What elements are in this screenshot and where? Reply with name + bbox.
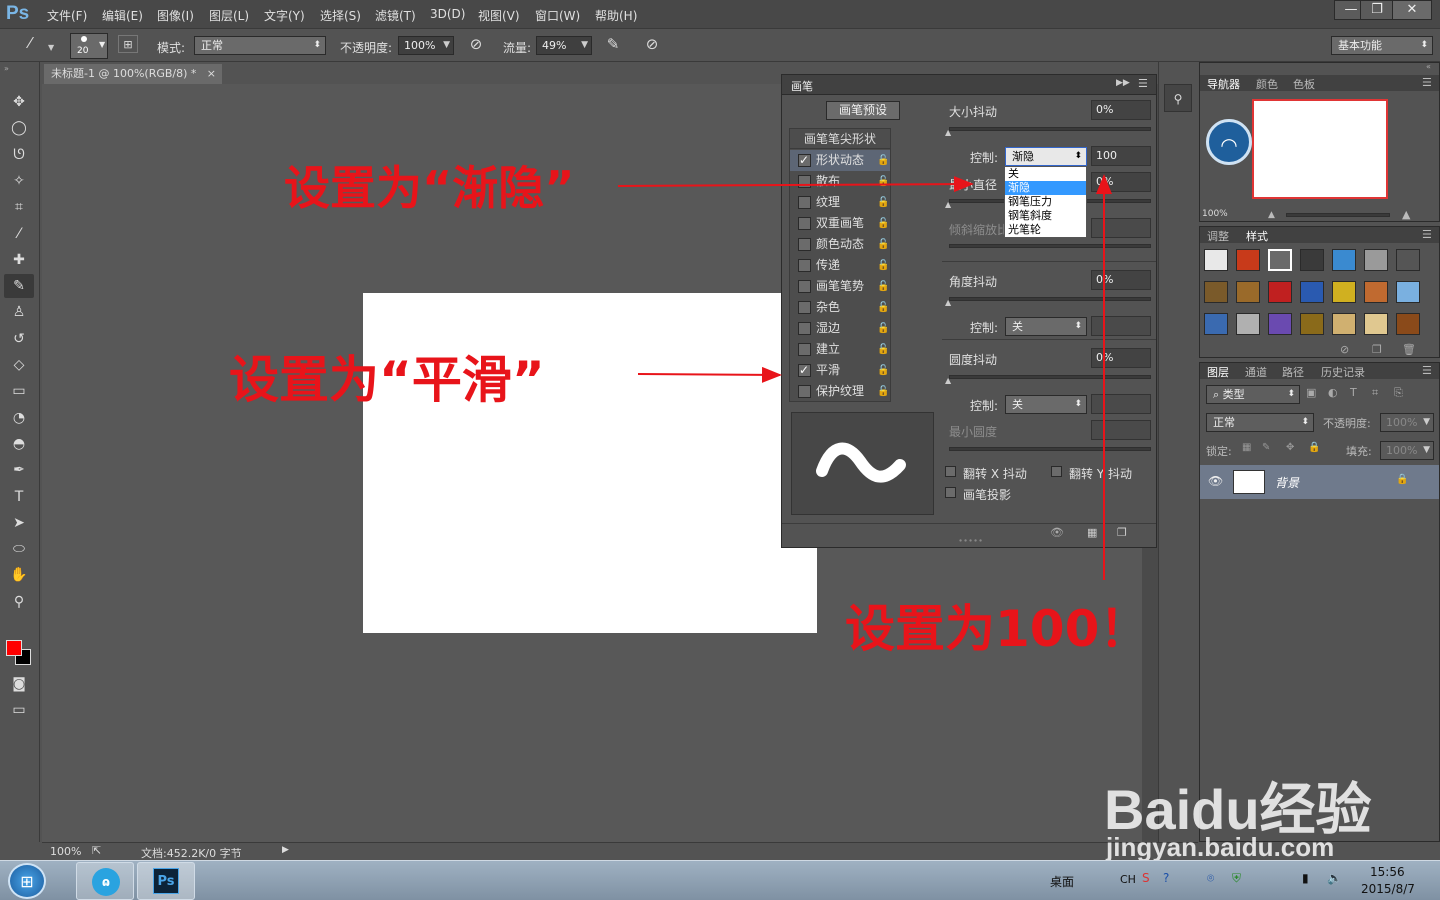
volume-icon[interactable]: 🔈	[1327, 871, 1342, 885]
taskbar: ⊞ ɷ Ps 桌面 CH S ? ⌾ ⛨ ▮ 🔈 15:56 2015/8/7	[0, 860, 1440, 900]
baidu-watermark-url: jingyan.baidu.com	[1106, 832, 1335, 862]
ime-indicator[interactable]: CH	[1120, 873, 1136, 886]
ime-s-icon[interactable]: S	[1142, 871, 1150, 885]
annotation-smooth: 设置为“平滑”	[229, 351, 545, 409]
annotation-fade: 设置为“渐隐”	[284, 161, 575, 215]
browser-icon: ɷ	[92, 868, 120, 896]
network-icon[interactable]: ⌾	[1207, 871, 1214, 886]
signal-icon[interactable]: ▮	[1302, 871, 1309, 885]
start-button-windows-icon[interactable]: ⊞	[8, 863, 46, 899]
security-shield-icon[interactable]: ⛨	[1232, 871, 1241, 886]
clock-date[interactable]: 2015/8/7	[1361, 882, 1415, 896]
taskbar-app-browser[interactable]: ɷ	[76, 862, 134, 900]
taskbar-app-photoshop[interactable]: Ps	[137, 862, 195, 900]
help-icon[interactable]: ?	[1163, 871, 1169, 885]
annotation-hundred: 设置为100！	[845, 600, 1150, 658]
clock-time[interactable]: 15:56	[1370, 865, 1405, 879]
desktop-toolbar-label[interactable]: 桌面	[1050, 873, 1074, 890]
arrow-to-fade	[617, 176, 974, 193]
foreground-color-swatch[interactable]	[6, 640, 22, 656]
photoshop-icon: Ps	[153, 868, 179, 894]
arrow-to-smooth	[637, 366, 782, 383]
